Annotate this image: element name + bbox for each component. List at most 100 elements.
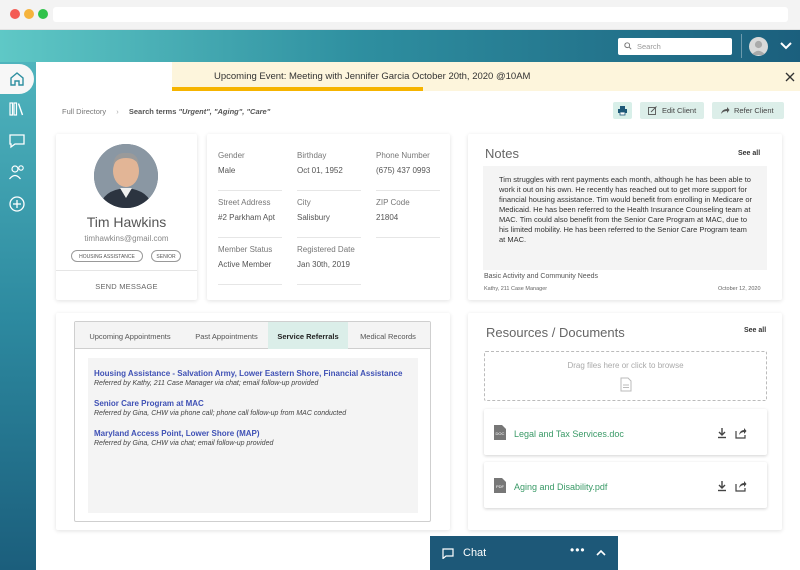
- add-circle-icon[interactable]: [8, 195, 26, 213]
- field-label: Member Status: [218, 245, 273, 254]
- list-item: Maryland Access Point, Lower Shore (MAP)…: [94, 428, 412, 449]
- file-row-doc[interactable]: DOC Legal and Tax Services.doc: [484, 409, 767, 455]
- referral-title-link[interactable]: Maryland Access Point, Lower Shore (MAP): [94, 428, 412, 439]
- referrals-tabs: Upcoming Appointments Past Appointments …: [75, 322, 430, 349]
- library-icon[interactable]: [8, 100, 26, 118]
- event-banner-text: Upcoming Event: Meeting with Jennifer Ga…: [214, 71, 531, 82]
- event-banner-progress: [172, 87, 424, 91]
- field-value: (675) 437 0993: [376, 166, 431, 175]
- resources-card: Resources / Documents See all Drag files…: [468, 313, 782, 530]
- note-body: Tim struggles with rent payments each mo…: [483, 166, 767, 270]
- tag-housing-assistance: HOUSING ASSISTANCE: [71, 250, 143, 262]
- breadcrumb-root[interactable]: Full Directory: [62, 107, 106, 116]
- people-icon[interactable]: [8, 163, 26, 181]
- tab-past-appointments[interactable]: Past Appointments: [185, 322, 268, 349]
- chevron-right-icon: ›: [116, 107, 119, 116]
- chat-widget[interactable]: Chat •••: [430, 536, 618, 570]
- sidebar: [0, 62, 36, 570]
- tag-senior: SENIOR: [151, 250, 181, 262]
- referrals-panel: Upcoming Appointments Past Appointments …: [74, 321, 431, 522]
- client-info-card: Gender Male Birthday Oct 01, 1952 Phone …: [207, 134, 450, 300]
- doc-file-icon: DOC: [494, 425, 506, 440]
- share-icon[interactable]: [735, 427, 747, 439]
- document-icon: [620, 377, 632, 392]
- notes-title: Notes: [485, 146, 519, 161]
- person-portrait-icon: [94, 144, 158, 208]
- field-value: Jan 30th, 2019: [297, 260, 350, 269]
- field-value: Male: [218, 166, 236, 175]
- field-street-address: Street Address #2 Parkham Apt: [218, 198, 282, 238]
- profile-card: Tim Hawkins timhawkins@gmail.com HOUSING…: [56, 134, 197, 300]
- field-label: Registered Date: [297, 245, 355, 254]
- referral-list: Housing Assistance - Salvation Army, Low…: [88, 358, 418, 513]
- maximize-window-dot[interactable]: [38, 9, 48, 19]
- referral-title-link[interactable]: Senior Care Program at MAC: [94, 398, 412, 409]
- list-item: Housing Assistance - Salvation Army, Low…: [94, 368, 412, 389]
- chat-bubble-icon: [442, 548, 454, 559]
- tab-upcoming-appointments[interactable]: Upcoming Appointments: [75, 322, 185, 349]
- list-item: Senior Care Program at MAC Referred by G…: [94, 398, 412, 419]
- chat-label: Chat: [463, 547, 487, 559]
- breadcrumb-current-prefix: Search terms: [128, 107, 177, 116]
- edit-client-label: Edit Client: [662, 106, 697, 115]
- field-value: Active Member: [218, 260, 272, 269]
- search-placeholder: Search: [637, 42, 661, 51]
- print-button[interactable]: [613, 102, 632, 119]
- file-type-label: PDF: [496, 484, 505, 489]
- search-input[interactable]: Search: [618, 38, 732, 55]
- more-options-icon[interactable]: •••: [570, 543, 586, 557]
- tab-service-referrals[interactable]: Service Referrals: [268, 322, 348, 349]
- breadcrumb-terms: "Urgent", "Aging", "Care": [178, 107, 271, 116]
- refer-client-label: Refer Client: [734, 106, 774, 115]
- referral-title-link[interactable]: Housing Assistance - Salvation Army, Low…: [94, 368, 412, 379]
- send-message-button[interactable]: SEND MESSAGE: [56, 270, 197, 300]
- field-label: Gender: [218, 151, 245, 160]
- share-arrow-icon: [721, 107, 730, 114]
- chevron-down-icon[interactable]: [779, 40, 793, 52]
- field-label: Street Address: [218, 198, 271, 207]
- printer-icon: [618, 106, 627, 116]
- download-icon[interactable]: [716, 480, 728, 492]
- close-window-dot[interactable]: [10, 9, 20, 19]
- client-email[interactable]: timhawkins@gmail.com: [56, 234, 197, 243]
- share-icon[interactable]: [735, 480, 747, 492]
- top-bar: Search: [0, 30, 800, 62]
- edit-icon: [648, 106, 657, 115]
- referral-description: Referred by Kathy, 211 Case Manager via …: [94, 380, 319, 387]
- resources-see-all-link[interactable]: See all: [744, 327, 766, 334]
- client-name: Tim Hawkins: [86, 214, 167, 230]
- chevron-up-icon[interactable]: [596, 549, 606, 557]
- download-icon[interactable]: [716, 427, 728, 439]
- file-dropzone[interactable]: Drag files here or click to browse: [484, 351, 767, 401]
- topbar-divider: [741, 34, 742, 58]
- field-label: City: [297, 198, 311, 207]
- file-link[interactable]: Legal and Tax Services.doc: [514, 429, 624, 439]
- field-value: 21804: [376, 213, 399, 222]
- address-bar[interactable]: [53, 7, 788, 22]
- breadcrumb-current: Search terms "Urgent", "Aging", "Care": [129, 107, 270, 116]
- field-label: Birthday: [297, 151, 327, 160]
- user-avatar[interactable]: [749, 37, 768, 56]
- sidebar-item-home[interactable]: [0, 64, 34, 94]
- field-city: City Salisbury: [297, 198, 361, 238]
- file-row-pdf[interactable]: PDF Aging and Disability.pdf: [484, 462, 767, 508]
- tab-medical-records[interactable]: Medical Records: [348, 322, 428, 349]
- refer-client-button[interactable]: Refer Client: [712, 102, 784, 119]
- dropzone-text: Drag files here or click to browse: [567, 361, 684, 370]
- event-banner: Upcoming Event: Meeting with Jennifer Ga…: [172, 62, 800, 91]
- note-author: Kathy, 211 Case Manager: [484, 286, 548, 292]
- referral-description: Referred by Gina, CHW via chat; email fo…: [94, 440, 274, 447]
- edit-client-button[interactable]: Edit Client: [640, 102, 704, 119]
- notes-see-all-link[interactable]: See all: [738, 150, 760, 157]
- home-icon: [10, 72, 24, 86]
- field-gender: Gender Male: [218, 151, 282, 191]
- note-category: Basic Activity and Community Needs: [484, 273, 598, 280]
- close-icon[interactable]: [785, 72, 795, 82]
- file-link[interactable]: Aging and Disability.pdf: [514, 482, 607, 492]
- note-date: October 12, 2020: [718, 286, 761, 292]
- field-registered-date: Registered Date Jan 30th, 2019: [297, 245, 361, 285]
- chat-bubble-icon[interactable]: [8, 132, 26, 150]
- browser-chrome: [0, 0, 800, 30]
- minimize-window-dot[interactable]: [24, 9, 34, 19]
- pdf-file-icon: PDF: [494, 478, 506, 493]
